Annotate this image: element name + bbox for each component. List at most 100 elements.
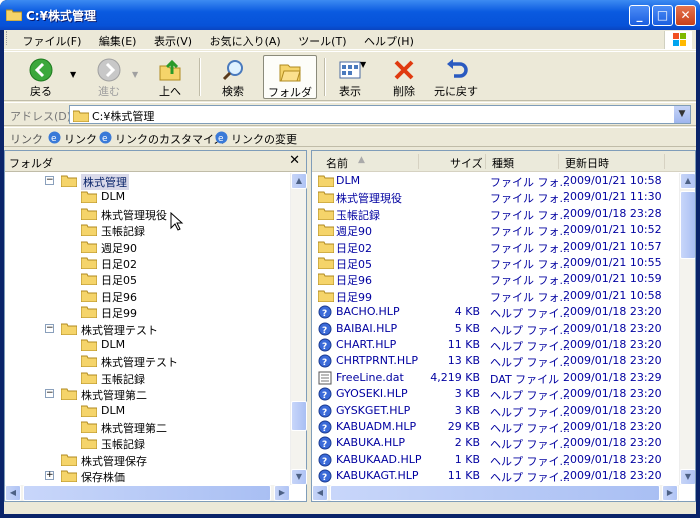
scroll-thumb[interactable]: [330, 485, 660, 501]
file-row[interactable]: ? KABUKA.HLP 2 KB ヘルプ ファイ... 2009/01/18 23:2…: [312, 435, 682, 451]
file-row[interactable]: ? CHART.HLP 11 KB ヘルプ ファイ... 2009/01/18 23:2…: [312, 337, 682, 353]
scroll-down-icon[interactable]: ▼: [680, 469, 695, 485]
file-row[interactable]: FreeLine.dat 4,219 KB DAT ファイル 2009/01/18 2…: [312, 370, 682, 386]
file-row[interactable]: ? BAIBAI.HLP 5 KB ヘルプ ファイ... 2009/01/18 23:2…: [312, 321, 682, 337]
folder-icon: [80, 223, 98, 239]
views-dropdown-icon[interactable]: ▼: [360, 60, 366, 69]
ie-link-icon: e: [215, 131, 228, 144]
file-row[interactable]: 日足96 ファイル フォ... 2009/01/21 10:59: [312, 271, 682, 287]
collapse-icon[interactable]: −: [45, 323, 54, 333]
menu-file[interactable]: ファイル(F): [16, 30, 89, 49]
file-name: 日足05: [336, 258, 372, 271]
file-type: DAT ファイル: [490, 372, 560, 386]
file-size: 3 KB: [454, 387, 480, 401]
scroll-up-icon[interactable]: ▲: [291, 173, 307, 189]
file-type: ヘルプ ファイ...: [490, 438, 570, 452]
tree-item-label: 玉帳記録: [101, 438, 145, 452]
file-name: 日足99: [336, 290, 372, 304]
back-button[interactable]: 戻る: [12, 55, 70, 99]
file-row[interactable]: 日足02 ファイル フォ... 2009/01/21 10:57: [312, 239, 682, 255]
file-date: 2009/01/18 23:20: [563, 354, 662, 368]
maximize-button[interactable]: □: [652, 5, 673, 26]
scroll-thumb[interactable]: [291, 401, 307, 431]
file-date: 2009/01/18 23:20: [563, 403, 662, 417]
address-input[interactable]: C:¥株式管理 ▼: [69, 105, 691, 124]
tree-item-label: DLM: [101, 190, 126, 204]
file-row[interactable]: ? KABUKAGT.HLP 11 KB ヘルプ ファイ... 2009/01/18 2…: [312, 468, 682, 484]
tree-item-label: 株式管理テスト: [81, 323, 158, 337]
column-divider: [664, 154, 665, 169]
file-row[interactable]: ? GYOSEKI.HLP 3 KB ヘルプ ファイ... 2009/01/18 23:…: [312, 386, 682, 402]
file-size: 4,219 KB: [430, 370, 480, 384]
collapse-icon[interactable]: −: [45, 389, 54, 399]
menu-view[interactable]: 表示(V): [147, 30, 199, 49]
title-bar[interactable]: C:¥株式管理 _ □ ✕: [0, 0, 700, 30]
file-row[interactable]: 玉帳記録 ファイル フォ... 2009/01/18 23:28: [312, 206, 682, 222]
link-item[interactable]: リンク: [64, 131, 97, 147]
file-row[interactable]: 株式管理現役 ファイル フォ... 2009/01/21 11:30: [312, 189, 682, 205]
file-row[interactable]: ? KABUKAAD.HLP 1 KB ヘルプ ファイ... 2009/01/18 23…: [312, 452, 682, 468]
undo-icon: [447, 59, 468, 78]
column-date[interactable]: 更新日時: [565, 155, 609, 171]
column-size[interactable]: サイズ: [450, 155, 483, 171]
file-name: 日足96: [336, 274, 372, 288]
close-button[interactable]: ✕: [675, 5, 696, 26]
file-type: ファイル フォ...: [490, 258, 570, 271]
tree-item-label: 日足96: [101, 290, 137, 304]
menu-tools[interactable]: ツール(T): [291, 30, 353, 49]
tree-horizontal-scrollbar[interactable]: ◀ ▶: [5, 485, 290, 501]
address-dropdown-icon[interactable]: ▼: [673, 106, 690, 123]
undo-button[interactable]: 元に戻す: [430, 55, 482, 99]
link-customize[interactable]: リンクのカスタマイズ: [115, 131, 225, 147]
list-horizontal-scrollbar[interactable]: ◀ ▶: [312, 485, 679, 501]
file-type: ファイル フォ...: [490, 225, 570, 239]
file-type: ヘルプ ファイ...: [490, 340, 570, 353]
collapse-icon[interactable]: −: [45, 176, 54, 185]
file-row[interactable]: 日足99 ファイル フォ... 2009/01/21 10:58: [312, 288, 682, 304]
scroll-thumb[interactable]: [23, 485, 271, 501]
tree-vertical-scrollbar[interactable]: ▲ ▼: [290, 173, 307, 485]
scroll-up-icon[interactable]: ▲: [680, 173, 695, 189]
menu-edit[interactable]: 編集(E): [92, 30, 144, 49]
file-size: 1 KB: [454, 452, 480, 466]
folder-icon: [80, 338, 98, 354]
scroll-left-icon[interactable]: ◀: [5, 485, 21, 501]
forward-button[interactable]: 進む: [84, 55, 134, 99]
folder-icon: [60, 387, 78, 403]
folder-icon: [80, 289, 98, 305]
close-pane-icon[interactable]: ✕: [289, 153, 300, 168]
file-row[interactable]: ? BACHO.HLP 4 KB ヘルプ ファイ... 2009/01/18 23:20: [312, 304, 682, 320]
file-row[interactable]: 週足90 ファイル フォ... 2009/01/21 10:52: [312, 222, 682, 238]
back-dropdown-icon[interactable]: ▼: [70, 70, 76, 79]
scroll-left-icon[interactable]: ◀: [312, 485, 328, 501]
folder-icon: [60, 322, 78, 338]
tree-item-label: 日足99: [101, 307, 137, 321]
scroll-right-icon[interactable]: ▶: [274, 485, 290, 501]
up-button[interactable]: 上へ: [149, 55, 191, 99]
file-row[interactable]: ? GYSKGET.HLP 3 KB ヘルプ ファイ... 2009/01/18 23:…: [312, 403, 682, 419]
menu-help[interactable]: ヘルプ(H): [357, 30, 421, 49]
menu-favorites[interactable]: お気に入り(A): [203, 30, 288, 49]
column-name[interactable]: 名前: [326, 155, 348, 171]
file-row[interactable]: ? KABUADM.HLP 29 KB ヘルプ ファイ... 2009/01/18 23…: [312, 419, 682, 435]
search-button[interactable]: 検索: [209, 55, 257, 99]
folders-button[interactable]: フォルダ: [263, 55, 317, 99]
file-row[interactable]: DLM ファイル フォ... 2009/01/21 10:58: [312, 173, 682, 189]
minimize-button[interactable]: _: [629, 5, 650, 26]
file-date: 2009/01/18 23:28: [563, 206, 662, 220]
file-row[interactable]: 日足05 ファイル フォ... 2009/01/21 10:55: [312, 255, 682, 271]
link-change[interactable]: リンクの変更: [231, 131, 297, 147]
tree-item-label: DLM: [101, 338, 126, 351]
scroll-thumb[interactable]: [680, 191, 695, 259]
svg-text:?: ?: [322, 342, 327, 352]
scroll-right-icon[interactable]: ▶: [662, 485, 678, 501]
file-type: ヘルプ ファイ...: [490, 356, 570, 370]
file-type: ヘルプ ファイ...: [490, 307, 570, 321]
scroll-down-icon[interactable]: ▼: [291, 469, 307, 485]
file-row[interactable]: ? CHRTPRNT.HLP 13 KB ヘルプ ファイ... 2009/01/18 2…: [312, 353, 682, 369]
expand-icon[interactable]: +: [45, 471, 54, 481]
list-vertical-scrollbar[interactable]: ▲ ▼: [679, 173, 695, 485]
forward-dropdown-icon[interactable]: ▼: [132, 70, 138, 79]
column-type[interactable]: 種類: [492, 155, 514, 171]
delete-button[interactable]: 削除: [384, 55, 424, 99]
